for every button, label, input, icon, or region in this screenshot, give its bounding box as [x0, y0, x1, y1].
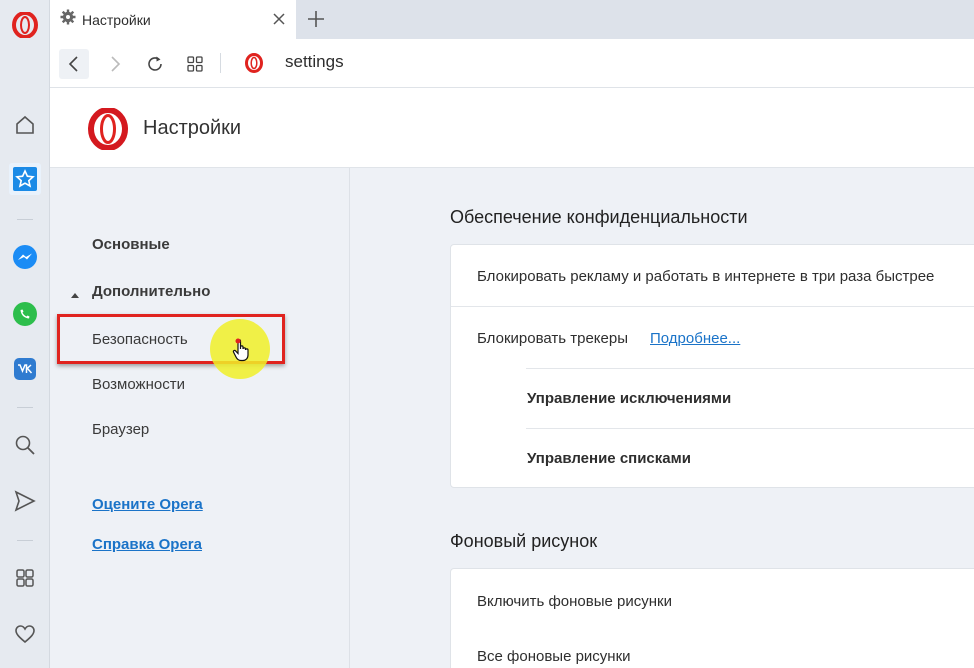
- nav-advanced[interactable]: Дополнительно: [92, 283, 210, 300]
- heart-icon[interactable]: [9, 618, 41, 650]
- privacy-section-title: Обеспечение конфиденциальности: [450, 207, 748, 227]
- opera-logo-icon: [88, 107, 128, 155]
- page-title: Настройки: [143, 117, 242, 139]
- opera-sidebar: [0, 0, 50, 668]
- home-icon[interactable]: [9, 109, 41, 141]
- apps-icon[interactable]: [9, 562, 41, 594]
- tab-strip: Настройки: [50, 0, 974, 39]
- wallpaper-card: Включить фоновые рисунки Все фоновые рис…: [450, 568, 974, 668]
- close-icon[interactable]: [272, 12, 286, 26]
- settings-header: Настройки: [50, 88, 974, 168]
- nav-browser[interactable]: Браузер: [92, 421, 149, 438]
- enable-wallpapers-label[interactable]: Включить фоновые рисунки: [477, 593, 672, 610]
- url-text[interactable]: settings: [285, 52, 344, 72]
- manage-lists-button[interactable]: Управление списками: [527, 450, 691, 467]
- new-tab-button[interactable]: [306, 9, 326, 29]
- nav-basic[interactable]: Основные: [92, 236, 170, 253]
- caret-up-icon: [70, 286, 80, 304]
- manage-exceptions-button[interactable]: Управление исключениями: [527, 390, 731, 407]
- send-icon[interactable]: [9, 485, 41, 517]
- address-bar: settings: [50, 39, 974, 88]
- privacy-card: Блокировать рекламу и работать в интерне…: [450, 244, 974, 488]
- hand-cursor-icon: [232, 338, 252, 367]
- search-icon[interactable]: [9, 429, 41, 461]
- tabs-grid-button[interactable]: [180, 49, 210, 79]
- url-divider: [220, 53, 221, 73]
- wallpaper-section-title: Фоновый рисунок: [450, 531, 598, 551]
- opera-url-icon: [245, 53, 263, 78]
- vk-icon[interactable]: [9, 353, 41, 385]
- settings-nav: Основные Дополнительно Безопасность Возм…: [50, 168, 350, 668]
- tab-settings[interactable]: Настройки: [50, 0, 296, 39]
- block-trackers-label[interactable]: Блокировать трекеры: [477, 330, 628, 347]
- gear-icon: [60, 9, 76, 30]
- speed-dial-icon[interactable]: [9, 163, 41, 195]
- opera-help-link[interactable]: Справка Opera: [92, 536, 202, 553]
- all-wallpapers-label[interactable]: Все фоновые рисунки: [477, 648, 631, 665]
- reload-button[interactable]: [140, 49, 170, 79]
- forward-button[interactable]: [100, 49, 130, 79]
- block-ads-label[interactable]: Блокировать рекламу и работать в интерне…: [477, 268, 934, 285]
- opera-logo-icon[interactable]: [9, 9, 41, 41]
- back-button[interactable]: [59, 49, 89, 79]
- rate-opera-link[interactable]: Оцените Opera: [92, 496, 203, 513]
- messenger-icon[interactable]: [9, 241, 41, 273]
- tab-title: Настройки: [82, 11, 151, 28]
- nav-security[interactable]: Безопасность: [92, 331, 188, 348]
- learn-more-link[interactable]: Подробнее...: [650, 330, 740, 347]
- nav-features[interactable]: Возможности: [92, 376, 185, 393]
- whatsapp-icon[interactable]: [9, 298, 41, 330]
